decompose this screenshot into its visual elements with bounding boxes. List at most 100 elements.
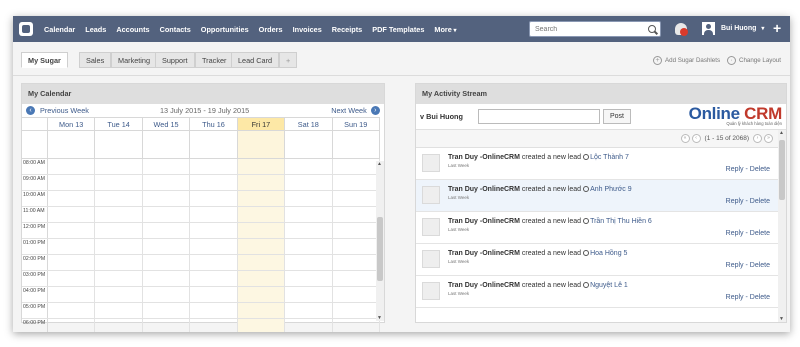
calendar-cell[interactable]: [95, 131, 143, 158]
previous-week-link[interactable]: Previous Week: [40, 106, 89, 115]
calendar-cell[interactable]: [285, 239, 333, 254]
calendar-cell[interactable]: [95, 223, 143, 238]
calendar-cell[interactable]: [285, 287, 333, 302]
calendar-cell[interactable]: [237, 223, 286, 238]
calendar-cell[interactable]: [95, 159, 143, 174]
calendar-cell[interactable]: [143, 175, 191, 190]
calendar-cell[interactable]: [143, 287, 191, 302]
activity-user-filter[interactable]: v Bui Huong: [420, 112, 478, 121]
tab-marketing[interactable]: Marketing: [111, 52, 158, 68]
day-header[interactable]: Sun 19: [333, 118, 380, 130]
tab-support[interactable]: Support: [155, 52, 195, 68]
tab-lead-card[interactable]: Lead Card: [231, 52, 280, 68]
calendar-cell[interactable]: [95, 287, 143, 302]
day-header[interactable]: Mon 13: [48, 118, 96, 130]
calendar-cell[interactable]: [48, 319, 96, 332]
calendar-scrollbar[interactable]: ▲ ▼: [376, 161, 384, 321]
scroll-up-icon[interactable]: ▲: [779, 130, 784, 136]
calendar-cell[interactable]: [237, 175, 286, 190]
calendar-cell[interactable]: [190, 131, 238, 158]
nav-calendar[interactable]: Calendar: [44, 25, 75, 34]
calendar-cell[interactable]: [237, 271, 286, 286]
calendar-cell[interactable]: [333, 287, 380, 302]
tab-my-sugar[interactable]: My Sugar: [21, 52, 68, 68]
calendar-cell[interactable]: [48, 271, 96, 286]
calendar-cell[interactable]: [143, 223, 191, 238]
next-page-icon[interactable]: ›: [753, 134, 762, 143]
calendar-cell[interactable]: [333, 303, 380, 318]
calendar-cell[interactable]: [143, 255, 191, 270]
calendar-cell[interactable]: [48, 207, 96, 222]
calendar-cell[interactable]: [190, 223, 238, 238]
calendar-cell[interactable]: [190, 287, 238, 302]
lead-link[interactable]: Trần Thị Thu Hiền 6: [590, 218, 652, 225]
activity-actor[interactable]: Tran Duy -OnlineCRM: [448, 186, 520, 193]
calendar-cell[interactable]: [48, 303, 96, 318]
calendar-cell[interactable]: [190, 207, 238, 222]
calendar-cell[interactable]: [95, 271, 143, 286]
calendar-cell[interactable]: [143, 131, 191, 158]
reply-delete-links[interactable]: Reply - Delete: [726, 230, 770, 237]
lead-link[interactable]: Hoa Hồng 5: [590, 250, 627, 257]
reply-delete-links[interactable]: Reply - Delete: [726, 166, 770, 173]
calendar-cell[interactable]: [237, 191, 286, 206]
calendar-cell[interactable]: [333, 191, 380, 206]
calendar-cell[interactable]: [95, 255, 143, 270]
lead-link[interactable]: Nguyệt Lê 1: [590, 282, 628, 289]
day-header[interactable]: Sat 18: [285, 118, 333, 130]
notifications-bell-icon[interactable]: [674, 21, 688, 37]
nav-receipts[interactable]: Receipts: [332, 25, 362, 34]
scrollbar-thumb[interactable]: [779, 140, 785, 200]
first-page-icon[interactable]: «: [680, 134, 690, 143]
calendar-cell[interactable]: [333, 159, 380, 174]
calendar-cell[interactable]: [333, 239, 380, 254]
tab-tracker[interactable]: Tracker: [195, 52, 234, 68]
chevron-right-icon[interactable]: ›: [370, 105, 380, 115]
quick-create-plus-icon[interactable]: +: [773, 20, 781, 36]
calendar-cell[interactable]: [333, 319, 380, 332]
calendar-cell[interactable]: [237, 207, 286, 222]
activity-actor[interactable]: Tran Duy -OnlineCRM: [448, 250, 520, 257]
calendar-cell[interactable]: [143, 191, 191, 206]
calendar-cell[interactable]: [48, 131, 96, 158]
calendar-cell[interactable]: [237, 239, 286, 254]
activity-post-input[interactable]: [478, 109, 600, 124]
next-week-link[interactable]: Next Week: [331, 106, 367, 115]
calendar-cell[interactable]: [190, 159, 238, 174]
calendar-cell[interactable]: [285, 159, 333, 174]
search-icon[interactable]: [648, 25, 656, 33]
calendar-cell[interactable]: [190, 255, 238, 270]
last-page-icon[interactable]: »: [764, 134, 773, 143]
add-tab-button[interactable]: +: [279, 52, 298, 68]
calendar-cell[interactable]: [190, 191, 238, 206]
post-button[interactable]: Post: [603, 109, 632, 124]
scroll-up-icon[interactable]: ▲: [377, 161, 382, 167]
calendar-cell[interactable]: [237, 319, 286, 332]
calendar-cell[interactable]: [143, 239, 191, 254]
scrollbar-thumb[interactable]: [377, 217, 383, 281]
calendar-cell[interactable]: [237, 255, 286, 270]
calendar-cell[interactable]: [95, 191, 143, 206]
day-header[interactable]: Wed 15: [143, 118, 191, 130]
calendar-cell[interactable]: [285, 131, 333, 158]
calendar-cell[interactable]: [95, 303, 143, 318]
activity-actor[interactable]: Tran Duy -OnlineCRM: [448, 282, 520, 289]
calendar-cell[interactable]: [143, 271, 191, 286]
calendar-cell[interactable]: [143, 207, 191, 222]
activity-actor[interactable]: Tran Duy -OnlineCRM: [448, 218, 520, 225]
search-input[interactable]: [535, 25, 645, 33]
calendar-cell[interactable]: [285, 319, 333, 332]
calendar-cell[interactable]: [333, 207, 380, 222]
tab-sales[interactable]: Sales: [79, 52, 112, 68]
calendar-cell[interactable]: [190, 175, 238, 190]
calendar-cell[interactable]: [48, 223, 96, 238]
reply-delete-links[interactable]: Reply - Delete: [726, 294, 770, 301]
calendar-cell[interactable]: [48, 159, 96, 174]
calendar-cell[interactable]: [95, 239, 143, 254]
calendar-cell[interactable]: [237, 287, 286, 302]
calendar-cell[interactable]: [237, 159, 286, 174]
calendar-cell[interactable]: [143, 319, 191, 332]
calendar-cell[interactable]: [48, 255, 96, 270]
day-header[interactable]: Tue 14: [95, 118, 143, 130]
nav-opportunities[interactable]: Opportunities: [201, 25, 249, 34]
